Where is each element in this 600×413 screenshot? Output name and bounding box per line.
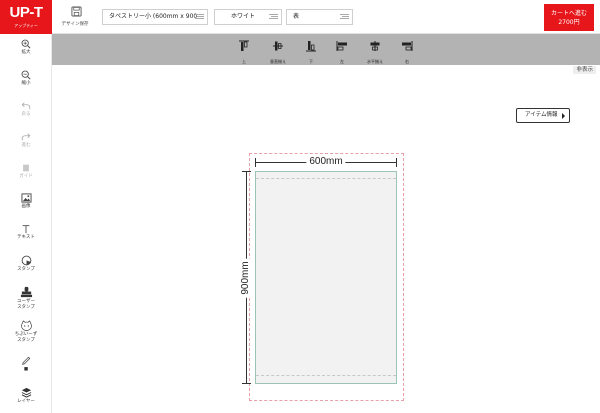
align-top-label: 上 [242, 59, 246, 64]
safe-area-guide [256, 178, 396, 376]
item-info-label: アイテム情報 [525, 112, 558, 118]
width-label: 600mm [306, 156, 346, 168]
align-horizontal-center-label: 水平揃え [367, 59, 383, 64]
zoom-out-button[interactable]: 縮小 [0, 70, 52, 87]
guide-button[interactable]: ガイド [0, 163, 52, 180]
align-left-label: 左 [340, 59, 344, 64]
image-icon [21, 193, 31, 203]
height-label: 900mm [240, 257, 252, 298]
tool-sidebar: 拡大 縮小 戻る 進む ガイド 画像 テキスト スタンプ ユーザー スタンプ ち… [0, 34, 52, 413]
align-right-label: 右 [405, 59, 409, 64]
guide-icon [23, 164, 29, 172]
zoom-out-icon [21, 70, 31, 80]
redo-button[interactable]: 進む [0, 132, 52, 149]
align-toolbar: 上 垂直揃え 下 左 水平揃え 右 [52, 34, 600, 65]
align-bottom-button[interactable]: 下 [296, 37, 326, 64]
logo-text: UP-T [9, 4, 44, 21]
zoom-out-label: 縮小 [21, 81, 31, 86]
align-vertical-center-label: 垂直揃え [270, 59, 286, 64]
character-stamp-icon [20, 320, 32, 331]
image-label: 画像 [21, 204, 31, 209]
align-horizontal-center-icon [370, 41, 380, 51]
undo-button[interactable]: 戻る [0, 101, 52, 118]
save-design-button[interactable]: デザイン保存 [60, 4, 92, 28]
design-editor: UP-T アップティー デザイン保存 タペストリー小 (600mm x 900 … [0, 0, 600, 413]
align-vertical-center-button[interactable]: 垂直揃え [263, 37, 293, 64]
side-select[interactable]: 表 [286, 9, 353, 25]
image-button[interactable]: 画像 [0, 193, 52, 210]
align-right-icon [402, 41, 413, 51]
pen-label: ■ [23, 367, 29, 372]
guide-label: ガイド [19, 174, 33, 179]
align-bottom-label: 下 [309, 59, 313, 64]
character-stamp-button[interactable]: ちぷいーず スタンプ [0, 320, 52, 344]
height-dimension: 900mm [240, 171, 252, 384]
redo-label: 進む [21, 143, 31, 148]
height-dimension-cap [242, 171, 251, 172]
zoom-in-button[interactable]: 拡大 [0, 39, 52, 56]
align-bottom-icon [306, 41, 316, 52]
stamp-icon [21, 255, 31, 266]
product-select-value: タペストリー小 (600mm x 900 [109, 13, 198, 20]
text-label: テキスト [17, 235, 35, 240]
align-vertical-center-icon [273, 41, 283, 51]
height-dimension-cap [242, 383, 251, 384]
color-select-value: ホワイト [231, 13, 256, 20]
stamp-label: スタンプ [17, 267, 35, 272]
character-stamp-label-2: スタンプ [17, 338, 35, 343]
redo-icon [21, 133, 31, 141]
align-top-button[interactable]: 上 [229, 37, 259, 64]
top-bar: UP-T アップティー デザイン保存 タペストリー小 (600mm x 900 … [0, 0, 600, 34]
zoom-in-label: 拡大 [21, 50, 31, 55]
width-dimension-cap [255, 158, 256, 167]
layers-button[interactable]: レイヤー [0, 387, 52, 405]
user-stamp-icon [20, 286, 32, 298]
logo-subtext: アップティー [14, 23, 38, 28]
user-stamp-button[interactable]: ユーザー スタンプ [0, 286, 52, 311]
width-dimension: 600mm [255, 156, 397, 168]
align-left-icon [336, 41, 347, 51]
text-icon [22, 225, 30, 234]
item-info-button[interactable]: アイテム情報 [516, 108, 570, 123]
layers-label: レイヤー [17, 399, 35, 404]
chevron-right-icon [562, 113, 565, 119]
align-horizontal-center-button[interactable]: 水平揃え [360, 37, 390, 64]
logo[interactable]: UP-T アップティー [0, 0, 52, 34]
undo-icon [21, 102, 31, 110]
align-right-button[interactable]: 右 [392, 37, 422, 64]
list-icon [340, 13, 349, 21]
floppy-disk-icon [70, 6, 82, 17]
zoom-in-icon [21, 39, 31, 49]
undo-label: 戻る [21, 112, 31, 117]
side-select-value: 表 [293, 13, 300, 20]
proceed-to-cart-button[interactable]: カートへ進む 2700円 [544, 4, 594, 31]
list-icon [195, 13, 204, 21]
save-label: デザイン保存 [61, 22, 89, 27]
align-left-button[interactable]: 左 [327, 37, 357, 64]
pen-button[interactable]: ■ [0, 356, 52, 373]
pen-icon [22, 356, 31, 365]
stamp-button[interactable]: スタンプ [0, 255, 52, 273]
list-icon [269, 13, 278, 21]
cart-price: 2700円 [558, 19, 580, 26]
layers-icon [21, 387, 31, 398]
align-top-icon [239, 40, 249, 51]
width-dimension-cap [396, 158, 397, 167]
user-stamp-label-2: スタンプ [17, 305, 35, 310]
hide-toolbar-toggle[interactable]: 非表示 [573, 66, 596, 74]
text-button[interactable]: テキスト [0, 224, 52, 241]
product-select[interactable]: タペストリー小 (600mm x 900 [102, 9, 208, 25]
cart-label: カートへ進む [550, 10, 587, 17]
color-select[interactable]: ホワイト [214, 9, 282, 25]
